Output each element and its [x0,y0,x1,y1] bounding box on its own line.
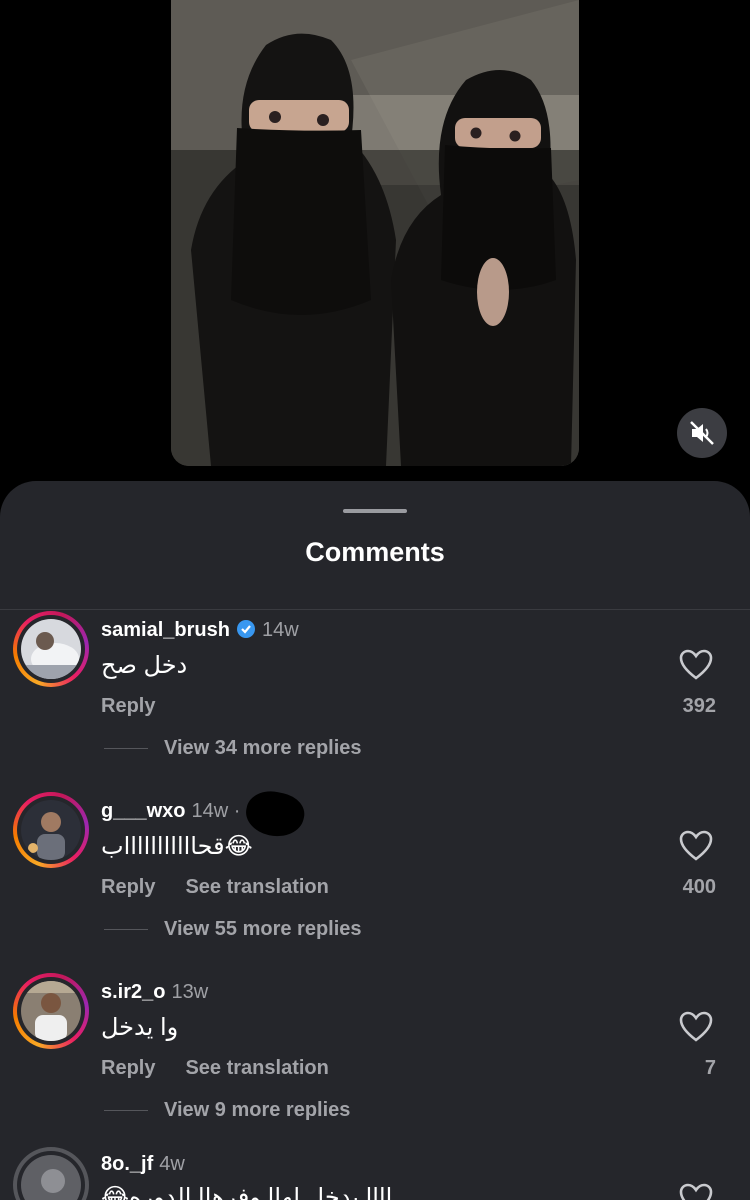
heart-icon[interactable] [679,830,713,862]
comment-time: 13w [171,981,209,1003]
heart-icon[interactable] [679,649,713,681]
heart-icon[interactable] [679,1011,713,1043]
mute-toggle-button[interactable] [677,408,727,458]
avatar[interactable] [13,611,89,687]
view-more-replies[interactable]: View 55 more replies [104,918,362,941]
comment-actions: Reply [101,695,185,718]
comment-actions: Reply See translation [101,876,359,899]
video-player[interactable] [0,0,750,500]
comment-username[interactable]: g___wxo 14w · [101,800,240,823]
reply-button[interactable]: Reply [101,695,155,717]
comment-username[interactable]: 8o._jf 4w [101,1153,185,1176]
view-more-replies[interactable]: View 9 more replies [104,1099,350,1122]
verified-badge-icon [236,620,255,638]
comment-time: 4w [159,1153,185,1175]
reply-button[interactable]: Reply [101,876,155,898]
see-translation-button[interactable]: See translation [185,1057,328,1079]
comment-text: وا يدخل [101,1014,179,1041]
video-frame[interactable] [171,0,579,466]
like-count: 7 [704,1057,716,1079]
comment-text: قحاااااااااااب😂 [101,833,253,860]
heart-icon[interactable] [679,1183,713,1200]
like-count: 392 [682,695,716,717]
comment-username[interactable]: s.ir2_o 13w [101,981,208,1004]
speaker-muted-icon [690,421,714,445]
reply-button[interactable]: Reply [101,1057,155,1079]
avatar[interactable] [13,1147,89,1200]
divider [0,609,750,610]
comment-time: 14w · [191,800,241,822]
like-count: 400 [682,876,716,898]
sheet-title: Comments [305,537,445,567]
comment-time: 14w [261,619,299,641]
comment-text: دخل صح [101,652,188,679]
comment-actions: Reply See translation [101,1057,359,1080]
drag-handle[interactable] [343,509,407,513]
avatar[interactable] [13,792,89,868]
comments-sheet: Comments samial_brush 14w دخل صح Reply 39… [0,481,750,1200]
view-more-replies[interactable]: View 34 more replies [104,737,362,760]
comment-text: 😂اااا يدخل لهاا وفرهاا الدوره [101,1184,393,1200]
see-translation-button[interactable]: See translation [185,876,328,898]
video-thumbnail [171,0,579,466]
comment-username[interactable]: samial_brush 14w [101,619,299,642]
avatar[interactable] [13,973,89,1049]
